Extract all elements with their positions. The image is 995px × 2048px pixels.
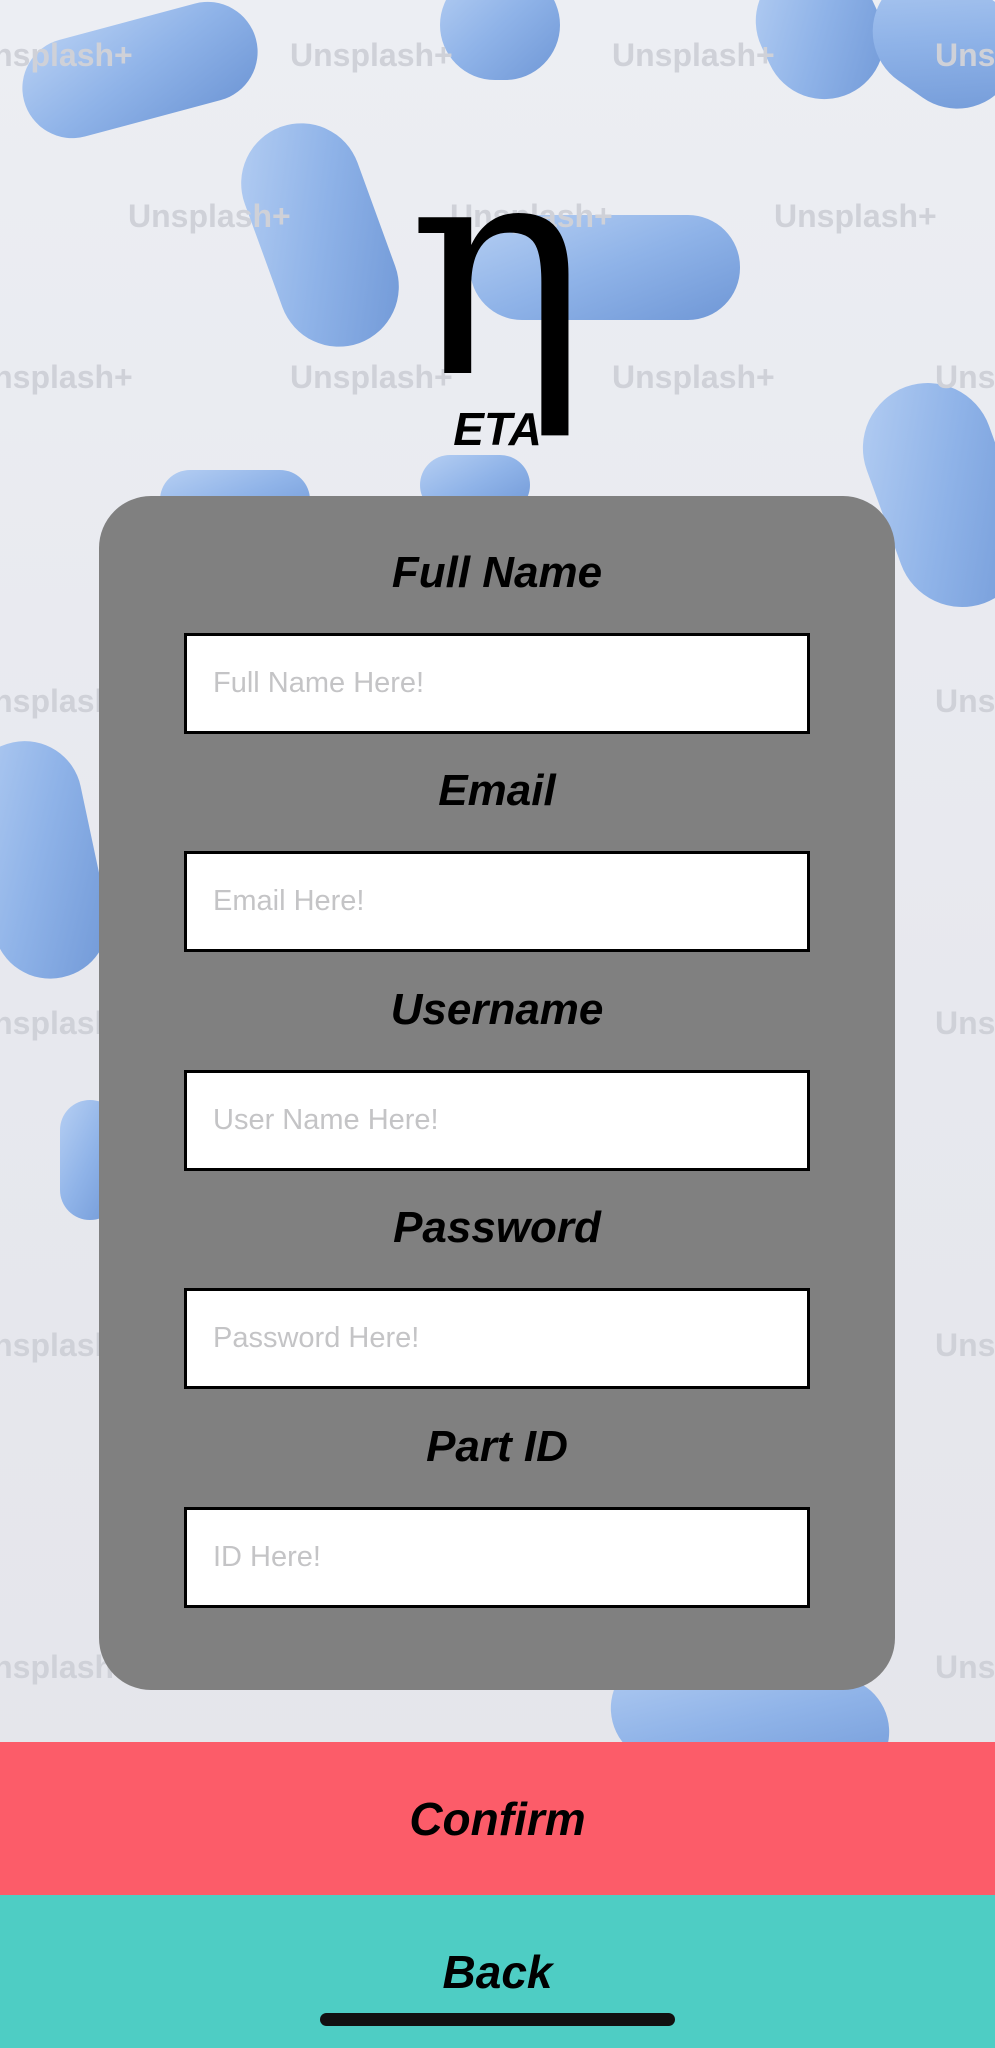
username-input[interactable] xyxy=(184,1070,810,1171)
app-name: ETA xyxy=(453,403,542,455)
signup-form-card: Full Name Email Username Password Part I… xyxy=(99,496,895,1690)
password-label: Password xyxy=(393,1203,601,1252)
svg-text:Unsplash+: Unsplash+ xyxy=(0,37,133,73)
svg-text:Unsplash+: Unsplash+ xyxy=(935,1005,995,1041)
home-indicator[interactable] xyxy=(320,2013,675,2026)
full-name-label: Full Name xyxy=(391,548,603,597)
svg-text:Unsplash+: Unsplash+ xyxy=(612,37,775,73)
svg-text:Unsplash+: Unsplash+ xyxy=(935,683,995,719)
svg-text:Unsplash+: Unsplash+ xyxy=(935,1327,995,1363)
confirm-button[interactable]: Confirm xyxy=(0,1742,995,1895)
svg-text:Unsplash+: Unsplash+ xyxy=(935,1649,995,1685)
part-id-label: Part ID xyxy=(426,1422,568,1471)
full-name-input[interactable] xyxy=(184,633,810,734)
part-id-input[interactable] xyxy=(184,1507,810,1608)
svg-text:Unsplash+: Unsplash+ xyxy=(290,37,453,73)
eta-logo-icon: η xyxy=(407,95,588,444)
password-input[interactable] xyxy=(184,1288,810,1389)
svg-text:Unsplash+: Unsplash+ xyxy=(935,37,995,73)
username-label: Username xyxy=(390,985,604,1034)
email-label: Email xyxy=(438,766,556,815)
email-input[interactable] xyxy=(184,851,810,952)
